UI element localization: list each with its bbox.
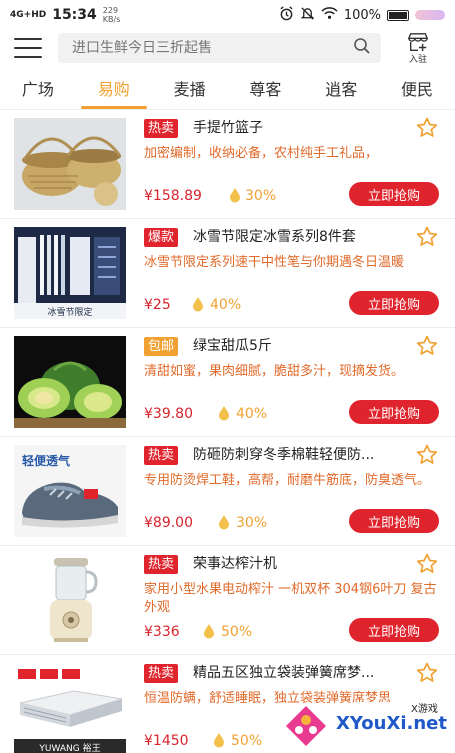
watermark-text: XYouXi.net [336, 713, 447, 734]
search-icon[interactable] [353, 37, 371, 59]
product-price: ¥39.80 [144, 406, 193, 422]
buy-now-button[interactable]: 立即抢购 [349, 400, 439, 424]
buy-now-button[interactable]: 立即抢购 [349, 618, 439, 642]
join-button[interactable]: 入驻 [403, 31, 433, 65]
product-percent: 40% [210, 297, 242, 313]
shoe-banner-text: 轻便透气 [22, 453, 70, 468]
star-icon[interactable] [415, 552, 439, 576]
product-item[interactable]: 冰雪节限定 爆款 冰雪节限定冰雪系列8件套 冰雪节限定系列速干中性笔与你期遇冬日… [0, 219, 455, 328]
star-icon[interactable] [415, 225, 439, 249]
network-indicator: 4G+HD [10, 10, 47, 20]
search-input[interactable] [72, 40, 353, 56]
category-tabs: 广场 易购 麦播 尊客 逍客 便民 [0, 66, 455, 110]
product-item[interactable]: 热卖 荣事达榨汁机 家用小型水果电动榨汁 一机双杯 304钢6叶刀 复古外观 ¥… [0, 546, 455, 655]
product-image-mattress[interactable]: YUWANG 裕王 [14, 663, 126, 753]
product-percent: 50% [231, 733, 263, 749]
product-title[interactable]: 冰雪节限定冰雪系列8件套 [193, 228, 401, 247]
menu-icon[interactable] [14, 38, 42, 58]
product-price: ¥158.89 [144, 188, 202, 204]
star-icon[interactable] [415, 116, 439, 140]
product-title[interactable]: 手提竹篮子 [193, 119, 401, 138]
battery-icon [387, 9, 409, 21]
product-image-safety-shoe[interactable]: 轻便透气 [14, 445, 126, 537]
product-price: ¥336 [144, 624, 180, 640]
clock: 15:34 [52, 7, 97, 23]
drop-icon [192, 296, 204, 312]
product-price: ¥89.00 [144, 515, 193, 531]
wifi-icon [321, 6, 338, 24]
product-percent: 30% [236, 515, 268, 531]
product-image-juicer[interactable] [14, 554, 126, 646]
product-price: ¥1450 [144, 733, 189, 749]
product-description: 清甜如蜜，果肉细腻，脆甜多汁，现摘发货。 [144, 364, 405, 379]
tab-zunke[interactable]: 尊客 [227, 66, 303, 109]
product-title[interactable]: 绿宝甜瓜5斤 [193, 337, 401, 356]
tab-square[interactable]: 广场 [0, 66, 76, 109]
search-bar[interactable] [58, 33, 381, 63]
product-percent: 30% [245, 188, 277, 204]
buy-now-button[interactable]: 立即抢购 [349, 509, 439, 533]
product-percent: 40% [236, 406, 268, 422]
pens-banner-text: 冰雪节限定 [47, 306, 92, 318]
tab-maibo[interactable]: 麦播 [152, 66, 228, 109]
star-icon[interactable] [415, 443, 439, 467]
product-description: 家用小型水果电动榨汁 一机双杯 304钢6叶刀 复古外观 [144, 582, 437, 615]
network-speed: 229 KB/s [102, 6, 121, 24]
product-image-melon[interactable] [14, 336, 126, 428]
product-description: 冰雪节限定系列速干中性笔与你期遇冬日温暖 [144, 255, 405, 270]
product-badge: 热卖 [144, 555, 179, 574]
product-percent: 50% [221, 624, 253, 640]
drop-icon [229, 187, 241, 203]
product-badge: 爆款 [144, 228, 179, 247]
product-title[interactable]: 防砸防刺穿冬季棉鞋轻便防... [193, 446, 401, 465]
product-list: 热卖 手提竹篮子 加密编制，收纳必备，农村纯手工礼品， ¥158.89 30% … [0, 110, 455, 753]
product-title[interactable]: 精品五区独立袋装弹簧席梦... [193, 664, 401, 683]
tab-bianmin[interactable]: 便民 [379, 66, 455, 109]
mute-icon [300, 6, 315, 25]
product-badge: 包邮 [144, 337, 179, 356]
alarm-icon [279, 5, 294, 25]
tab-yigou[interactable]: 易购 [76, 66, 152, 109]
star-icon[interactable] [415, 334, 439, 358]
battery-level: 100% [343, 7, 381, 23]
drop-icon [203, 623, 215, 639]
product-item[interactable]: 包邮 绿宝甜瓜5斤 清甜如蜜，果肉细腻，脆甜多汁，现摘发货。 ¥39.80 40… [0, 328, 455, 437]
app-header: 入驻 [0, 30, 455, 66]
product-badge: 热卖 [144, 119, 179, 138]
status-bar: 4G+HD 15:34 229 KB/s 100% [0, 0, 455, 30]
product-price: ¥25 [144, 297, 171, 313]
product-description: 加密编制，收纳必备，农村纯手工礼品， [144, 146, 379, 161]
buy-now-button[interactable]: 立即抢购 [349, 182, 439, 206]
product-badge: 热卖 [144, 664, 179, 683]
product-badge: 热卖 [144, 446, 179, 465]
product-item[interactable]: 轻便透气 热卖 防砸防刺穿冬季棉鞋轻便防... 专用防烫焊工鞋，高帮，耐磨牛筋底… [0, 437, 455, 546]
drop-icon [213, 732, 225, 748]
tab-xiaoke[interactable]: 逍客 [303, 66, 379, 109]
product-image-pen-set[interactable]: 冰雪节限定 [14, 227, 126, 319]
product-item[interactable]: 热卖 手提竹篮子 加密编制，收纳必备，农村纯手工礼品， ¥158.89 30% … [0, 110, 455, 219]
mattress-brand-text: YUWANG 裕王 [38, 742, 100, 753]
star-icon[interactable] [415, 661, 439, 685]
decoration-icon [415, 10, 445, 20]
drop-icon [218, 514, 230, 530]
join-label: 入驻 [408, 55, 427, 65]
drop-icon [218, 405, 230, 421]
product-image-bamboo-basket[interactable] [14, 118, 126, 210]
buy-now-button[interactable]: 立即抢购 [349, 291, 439, 315]
store-icon [407, 33, 429, 52]
product-title[interactable]: 荣事达榨汁机 [193, 555, 401, 574]
product-description: 专用防烫焊工鞋，高帮，耐磨牛筋底，防臭透气。 [144, 473, 431, 488]
